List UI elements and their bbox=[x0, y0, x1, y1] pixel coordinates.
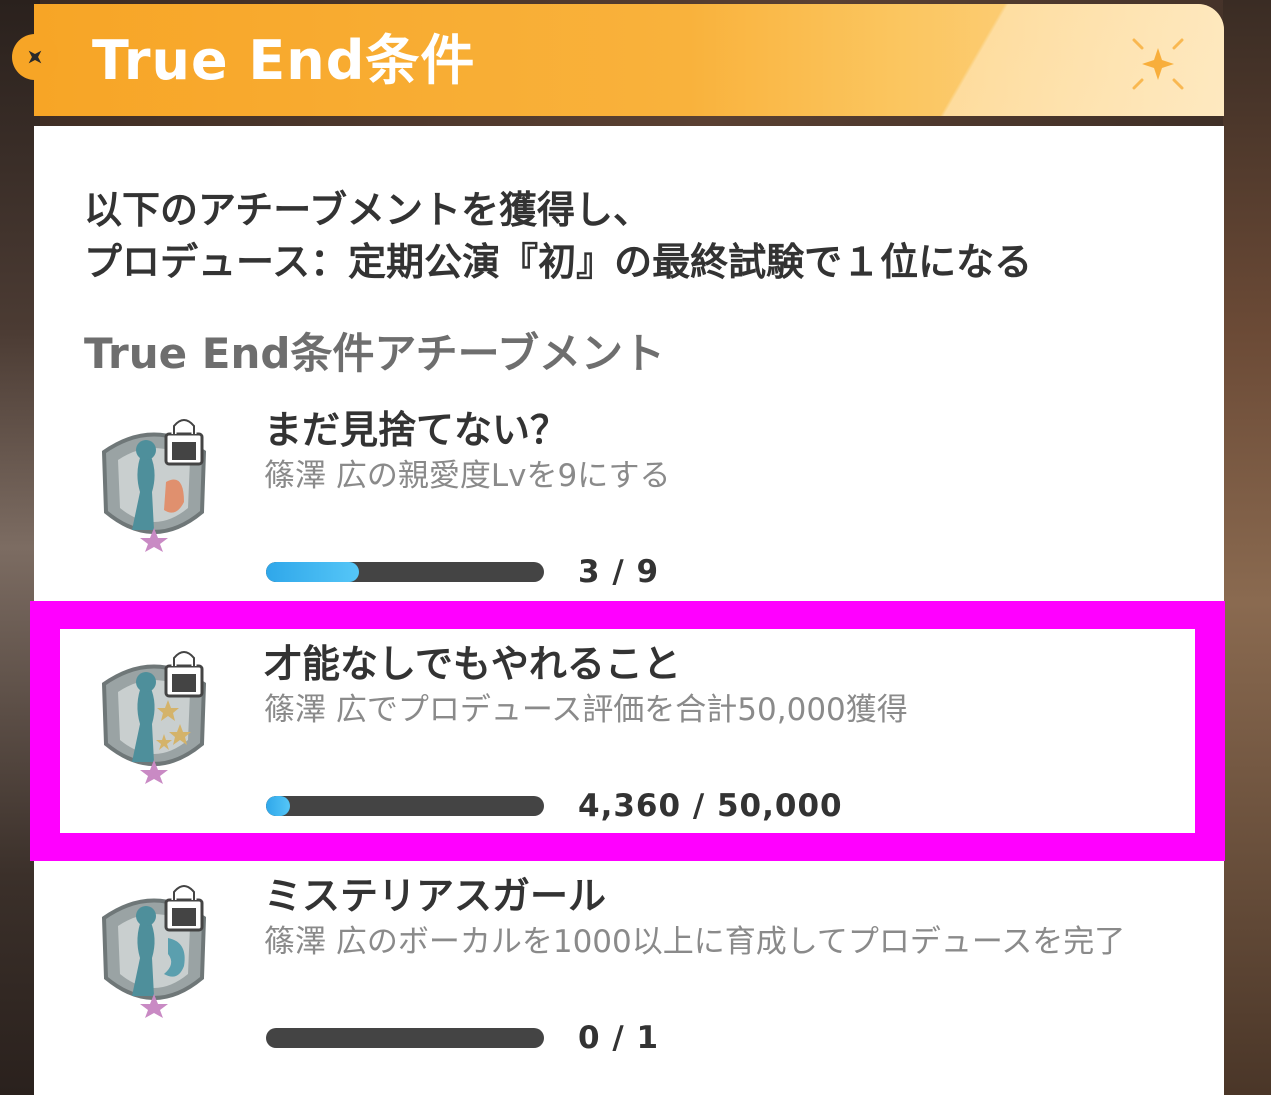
achievement-name: ミステリアスガール bbox=[264, 874, 607, 918]
achievement-name: まだ見捨てない？ bbox=[264, 408, 569, 452]
progress-text: 3 / 9 bbox=[578, 554, 660, 590]
diamond-sparkle-icon bbox=[12, 34, 58, 80]
achievement-card: 以下のアチーブメントを獲得し、 プロデュース：定期公演『初』の最終試験で１位にな… bbox=[34, 126, 1224, 1095]
progress-bar bbox=[266, 796, 544, 816]
progress-text: 0 / 1 bbox=[578, 1020, 660, 1056]
condition-description: 以下のアチーブメントを獲得し、 プロデュース：定期公演『初』の最終試験で１位にな… bbox=[84, 184, 1032, 288]
locked-achievement-badge-icon bbox=[101, 883, 207, 1018]
achievement-description: 篠澤 広の親愛度Lvを9にする bbox=[264, 458, 671, 494]
progress-fill bbox=[266, 562, 359, 582]
condition-line-2: プロデュース：定期公演『初』の最終試験で１位になる bbox=[84, 240, 1033, 284]
condition-line-1: 以下のアチーブメントを獲得し、 bbox=[84, 188, 651, 232]
achievement-name: 才能なしでもやれること bbox=[264, 642, 681, 686]
locked-achievement-badge-icon bbox=[101, 417, 207, 552]
background-right bbox=[1223, 0, 1271, 1095]
header-title: True End条件 bbox=[92, 29, 476, 92]
sparkle-icon bbox=[1132, 38, 1184, 90]
progress-bar bbox=[266, 1028, 544, 1048]
header-banner: True End条件 bbox=[34, 4, 1224, 116]
section-title: True End条件アチーブメント bbox=[84, 329, 666, 378]
progress-fill bbox=[266, 796, 291, 816]
progress-bar bbox=[266, 562, 544, 582]
achievement-description: 篠澤 広のボーカルを1000以上に育成してプロデュースを完了 bbox=[264, 924, 1126, 960]
achievement-description: 篠澤 広でプロデュース評価を合計50,000獲得 bbox=[264, 692, 908, 728]
locked-achievement-badge-icon bbox=[101, 649, 207, 784]
progress-text: 4,360 / 50,000 bbox=[578, 788, 843, 824]
